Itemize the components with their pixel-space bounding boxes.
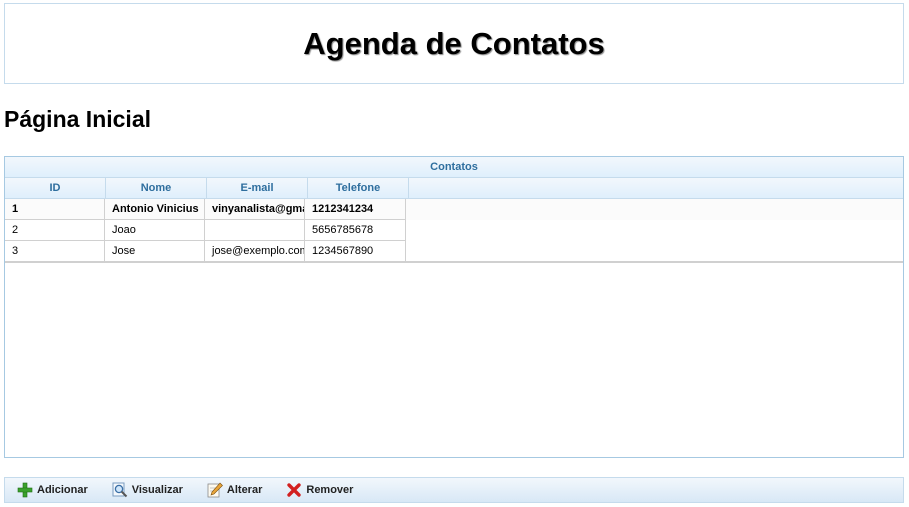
remove-button[interactable]: Remover: [286, 482, 353, 498]
pencil-icon: [207, 482, 223, 498]
grid-header-row: ID Nome E-mail Telefone: [5, 178, 903, 199]
add-button[interactable]: Adicionar: [17, 482, 88, 498]
table-row[interactable]: 2 Joao 5656785678: [5, 220, 903, 241]
delete-x-icon: [286, 482, 302, 498]
table-row[interactable]: 3 Jose jose@exemplo.com 1234567890: [5, 241, 903, 262]
cell-email: [205, 220, 305, 241]
app-title: Agenda de Contatos: [303, 25, 605, 61]
cell-nome: Antonio Vinicius: [105, 199, 205, 220]
grid-body: 1 Antonio Vinicius vinyanalista@gmail.co…: [5, 199, 903, 263]
column-header-telefone[interactable]: Telefone: [308, 178, 409, 198]
contacts-grid: Contatos ID Nome E-mail Telefone 1 Anton…: [4, 156, 904, 458]
magnifier-icon: [112, 482, 128, 498]
edit-button-label: Alterar: [226, 484, 263, 496]
column-header-email[interactable]: E-mail: [207, 178, 308, 198]
remove-button-label: Remover: [306, 484, 354, 496]
view-button[interactable]: Visualizar: [112, 482, 183, 498]
column-header-nome[interactable]: Nome: [106, 178, 207, 198]
cell-telefone: 1234567890: [305, 241, 406, 262]
grid-caption: Contatos: [5, 157, 903, 178]
cell-telefone: 5656785678: [305, 220, 406, 241]
cell-id: 1: [5, 199, 105, 220]
column-header-id[interactable]: ID: [5, 178, 106, 198]
cell-email: jose@exemplo.com: [205, 241, 305, 262]
app-header: Agenda de Contatos: [4, 3, 904, 84]
cell-id: 2: [5, 220, 105, 241]
plus-icon: [17, 482, 33, 498]
table-row[interactable]: 1 Antonio Vinicius vinyanalista@gmail.co…: [5, 199, 903, 220]
view-button-label: Visualizar: [131, 484, 183, 496]
cell-nome: Joao: [105, 220, 205, 241]
edit-button[interactable]: Alterar: [207, 482, 262, 498]
add-button-label: Adicionar: [37, 484, 88, 496]
cell-telefone: 1212341234: [305, 199, 406, 220]
cell-nome: Jose: [105, 241, 205, 262]
cell-email: vinyanalista@gmail.com: [205, 199, 305, 220]
cell-id: 3: [5, 241, 105, 262]
page-title: Página Inicial: [4, 106, 151, 132]
action-toolbar: Adicionar Visualizar Alterar Remover: [4, 477, 904, 503]
